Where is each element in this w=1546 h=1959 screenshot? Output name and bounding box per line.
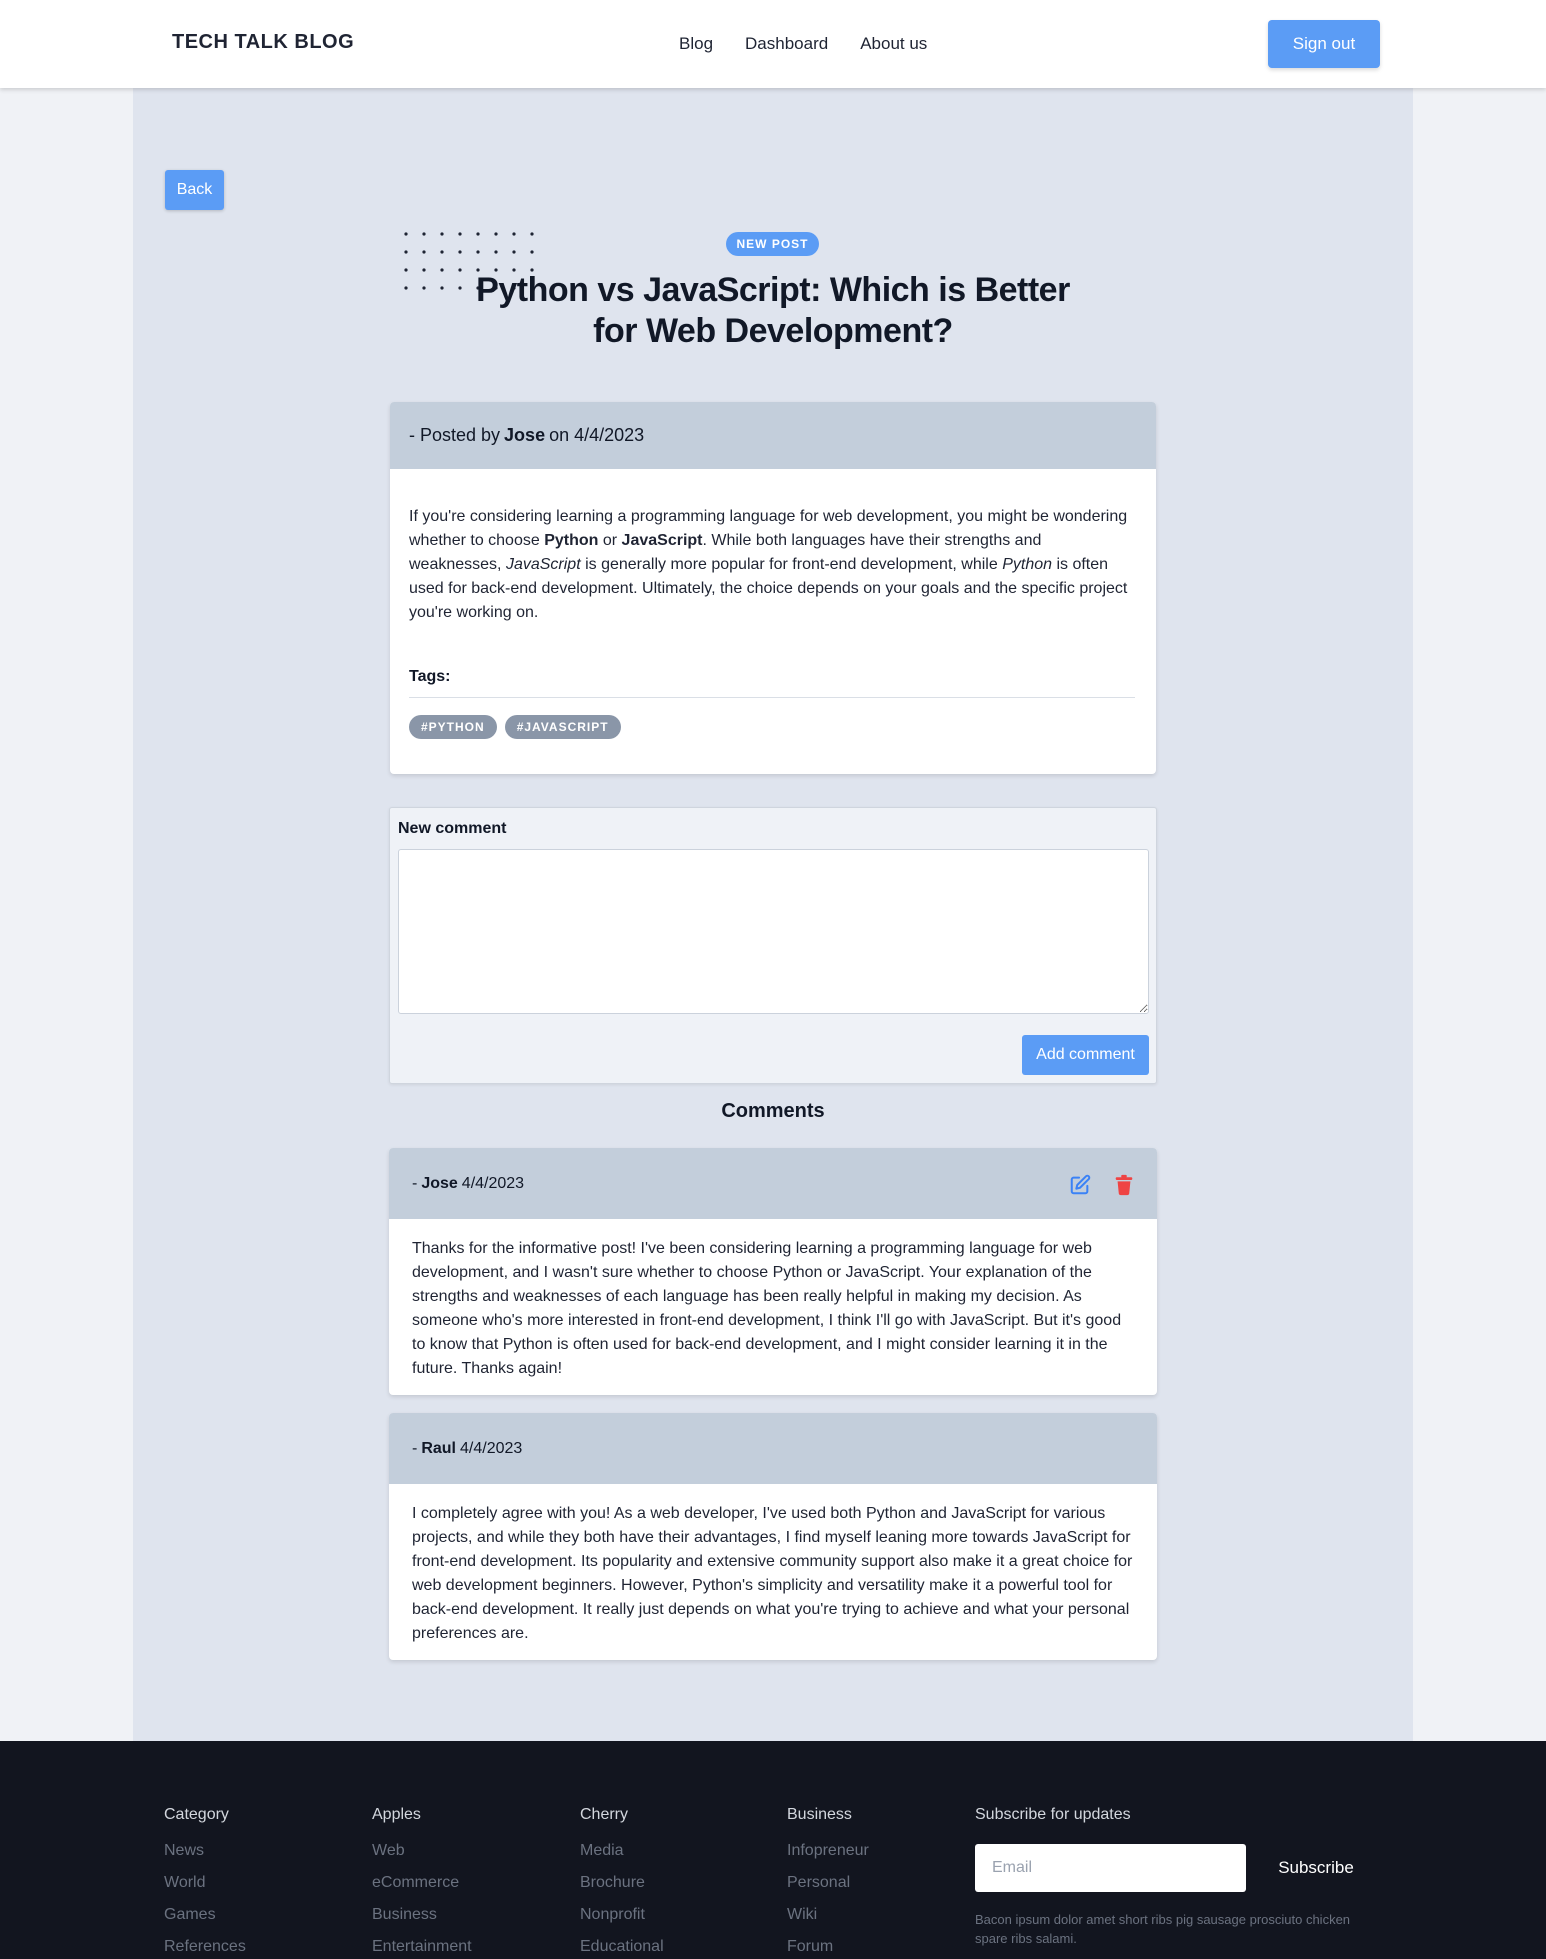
top-navbar: TECH TALK BLOG Blog Dashboard About us S… (0, 0, 1546, 88)
footer-link[interactable]: Games (164, 1899, 246, 1931)
post-text-italic: JavaScript (505, 556, 581, 573)
edit-icon[interactable] (1069, 1174, 1091, 1196)
footer-link[interactable]: Educational (580, 1931, 664, 1959)
footer-link[interactable]: Wiki (787, 1899, 869, 1931)
new-comment-form: New comment Add comment (389, 807, 1157, 1084)
tag-list: #PYTHON #JAVASCRIPT (409, 715, 621, 739)
tag-javascript[interactable]: #JAVASCRIPT (504, 715, 621, 739)
comment-author: Raul (421, 1439, 456, 1457)
subscribe-heading: Subscribe for updates (975, 1806, 1131, 1823)
footer-column-heading: Cherry (580, 1806, 629, 1823)
email-field[interactable] (975, 1844, 1246, 1892)
trash-icon[interactable] (1113, 1174, 1135, 1196)
footer-link[interactable]: Forum (787, 1931, 869, 1959)
nav-link-dashboard[interactable]: Dashboard (745, 34, 828, 54)
nav-link-blog[interactable]: Blog (679, 34, 713, 54)
footer-link[interactable]: Brochure (580, 1867, 664, 1899)
comment-actions (1069, 1174, 1135, 1196)
footer-column-heading: Apples (372, 1806, 421, 1823)
new-comment-textarea[interactable] (398, 849, 1149, 1014)
sign-out-button[interactable]: Sign out (1268, 20, 1380, 68)
comment-header: - Raul 4/4/2023 (389, 1413, 1157, 1484)
comment-author: Jose (421, 1174, 458, 1192)
footer-column-category: Category News World Games References (164, 1806, 246, 1959)
posted-by-prefix: - Posted by (409, 425, 501, 445)
footer-link[interactable]: Infopreneur (787, 1835, 869, 1867)
add-comment-button[interactable]: Add comment (1022, 1035, 1149, 1075)
post-body: If you're considering learning a program… (390, 469, 1156, 625)
new-comment-label: New comment (398, 820, 507, 837)
footer-link[interactable]: Personal (787, 1867, 869, 1899)
comment-prefix: - (412, 1174, 418, 1192)
footer-column-apples: Apples Web eCommerce Business Entertainm… (372, 1806, 472, 1959)
comment-prefix: - (412, 1439, 418, 1457)
comment-text: Thanks for the informative post! I've be… (412, 1240, 1122, 1377)
comments-heading: Comments (721, 1100, 825, 1122)
tags-label: Tags: (409, 668, 451, 685)
comment-card: - Jose 4/4/2023 Thanks for the informati… (389, 1148, 1157, 1395)
post-date: 4/4/2023 (574, 425, 645, 445)
footer-column-heading: Category (164, 1806, 229, 1823)
site-brand[interactable]: TECH TALK BLOG (172, 31, 354, 54)
footer-link[interactable]: eCommerce (372, 1867, 472, 1899)
site-footer: Category News World Games References App… (0, 1741, 1546, 1959)
comment-card: - Raul 4/4/2023 I completely agree with … (389, 1413, 1157, 1660)
comment-text: I completely agree with you! As a web de… (412, 1505, 1133, 1642)
post-text: or (598, 532, 622, 549)
tag-python[interactable]: #PYTHON (409, 715, 497, 739)
new-post-badge: NEW POST (726, 232, 819, 256)
back-button[interactable]: Back (165, 170, 224, 210)
footer-link[interactable]: Web (372, 1835, 472, 1867)
post-text-bold: JavaScript (621, 532, 703, 549)
footer-link[interactable]: News (164, 1835, 246, 1867)
footer-link[interactable]: World (164, 1867, 246, 1899)
post-meta: - Posted by Jose on 4/4/2023 (390, 402, 1156, 469)
post-title: Python vs JavaScript: Which is Better fo… (476, 271, 1070, 350)
footer-link[interactable]: Media (580, 1835, 664, 1867)
post-text-bold: Python (544, 532, 599, 549)
footer-link[interactable]: Business (372, 1899, 472, 1931)
footer-column-cherry: Cherry Media Brochure Nonprofit Educatio… (580, 1806, 664, 1959)
tags-divider (409, 697, 1135, 698)
footer-column-business: Business Infopreneur Personal Wiki Forum (787, 1806, 869, 1959)
footer-link[interactable]: References (164, 1931, 246, 1959)
footer-link[interactable]: Entertainment (372, 1931, 472, 1959)
footer-link[interactable]: Nonprofit (580, 1899, 664, 1931)
post-text-italic: Python (1002, 556, 1053, 573)
comment-date: 4/4/2023 (461, 1174, 525, 1192)
footer-column-heading: Business (787, 1806, 852, 1823)
subscribe-button[interactable]: Subscribe (1262, 1844, 1370, 1892)
comment-date: 4/4/2023 (460, 1439, 523, 1457)
date-prefix: on (549, 425, 570, 445)
post-author: Jose (504, 425, 546, 445)
nav-link-about-us[interactable]: About us (860, 34, 927, 54)
post-card: - Posted by Jose on 4/4/2023 If you're c… (390, 402, 1156, 774)
subscribe-description: Bacon ipsum dolor amet short ribs pig sa… (975, 1912, 1351, 1946)
main-nav: Blog Dashboard About us (679, 34, 927, 54)
post-text: is generally more popular for front-end … (580, 556, 1003, 573)
comment-header: - Jose 4/4/2023 (389, 1148, 1157, 1219)
